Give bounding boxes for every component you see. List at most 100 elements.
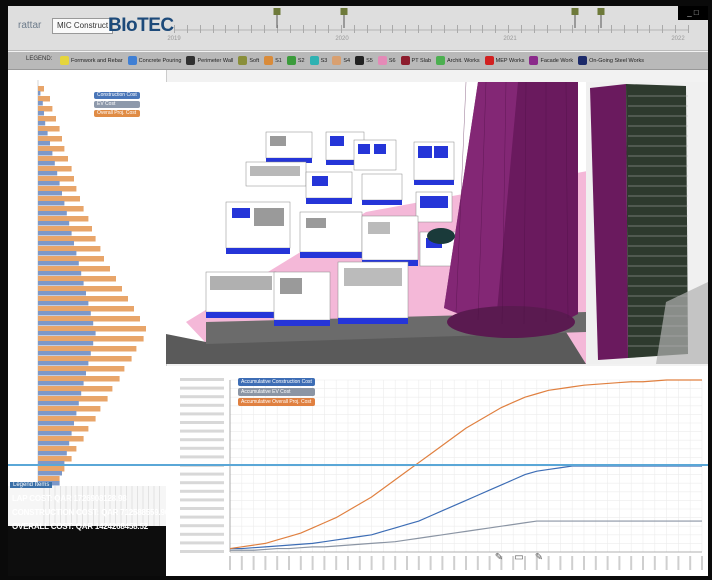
histogram-bar-construction (38, 221, 70, 226)
timeline-milestone-marker[interactable] (339, 8, 348, 28)
x-tick-label (299, 556, 302, 570)
stop-icon[interactable]: ■ (213, 552, 225, 564)
legend-item: Formwork and Rebar (60, 56, 123, 65)
legend-item: Facade Work (529, 56, 573, 65)
x-tick-label (441, 556, 444, 570)
timeline-milestone-marker[interactable] (570, 8, 579, 28)
legend-item-label: S1 (275, 57, 282, 64)
histogram-bar-construction (38, 181, 60, 186)
playback-progress-line (8, 464, 708, 466)
x-tick-label (240, 556, 243, 570)
timeline-tick (405, 25, 407, 33)
window-icon[interactable]: ▭ (512, 550, 526, 564)
legend-item: Perimeter Wall (186, 56, 233, 65)
timeline-tick (675, 25, 677, 33)
y-tick-label (180, 378, 224, 381)
legend-item-label: Perimeter Wall (197, 57, 234, 64)
histogram-bar-overall (38, 376, 120, 382)
legend-item-label: PT Slab (411, 57, 432, 64)
histogram-bar-construction (38, 151, 53, 156)
edit-icon[interactable]: ✎ (532, 550, 546, 564)
timeline-tick (662, 25, 664, 33)
x-tick-label (370, 556, 373, 570)
legend-swatch (127, 56, 137, 65)
villa-block (305, 171, 353, 204)
x-tick-label (571, 556, 574, 570)
x-tick-label (382, 556, 385, 570)
timeline-tick (443, 25, 445, 33)
play-backward-icon[interactable]: ◀ (181, 552, 193, 564)
histogram-bar-construction (38, 231, 72, 236)
chart-tools: ✎ ▭ ✎ (492, 550, 546, 564)
histogram-bar-construction (38, 431, 72, 436)
timeline-tick (520, 25, 522, 33)
y-tick-label (180, 524, 224, 528)
legend-swatch (377, 56, 387, 65)
legend-item: S4 (332, 56, 350, 65)
histogram-bar-construction (38, 271, 82, 276)
3d-scene[interactable] (166, 82, 708, 364)
play-forward-icon[interactable]: ▶ (197, 552, 209, 564)
legend-swatch (332, 56, 342, 65)
histogram-bar-construction (38, 341, 94, 346)
y-tick-label (180, 507, 224, 510)
x-tick-label (630, 556, 633, 570)
rattar-logo: rattar (18, 20, 42, 31)
timeline-tick (533, 25, 535, 33)
x-tick-label (618, 556, 621, 570)
window-controls[interactable]: _ □ (678, 6, 708, 20)
x-tick-label (665, 556, 668, 570)
timeline-milestone-marker[interactable] (272, 8, 281, 28)
legend-item-label: S5 (366, 57, 373, 64)
histogram-bar-construction (38, 321, 94, 326)
y-tick-label (180, 455, 224, 459)
timeline-tick (559, 25, 561, 33)
timeline-slider[interactable]: 2019 2020 2021 2022 (167, 6, 689, 50)
histogram-bar-construction (38, 391, 82, 396)
x-tick-label (559, 556, 562, 570)
3d-model-viewport[interactable] (166, 82, 708, 364)
legend-item: S6 (377, 56, 396, 65)
y-tick-label (180, 472, 224, 476)
histogram-bar-overall (38, 186, 77, 192)
timeline-tick (225, 25, 227, 33)
timeline-tick (212, 25, 214, 33)
milestone-flag-icon (273, 8, 281, 15)
histogram-bar-construction (38, 451, 67, 456)
timeline-tick (649, 25, 651, 33)
histogram-bar-construction (38, 191, 62, 196)
y-tick-label (180, 489, 224, 493)
timeline-tick (469, 25, 471, 33)
cumulative-cost-chart: Accumulative Construction Cost Accumulati… (166, 366, 708, 576)
legend-item-label: Formwork and Rebar (71, 57, 123, 64)
timeline-year-label: 2019 (167, 36, 181, 42)
timeline-tick (585, 25, 587, 33)
x-tick-label (453, 556, 456, 570)
legend-item-label: On-Going Steel Works (589, 57, 644, 64)
milestone-stem (574, 15, 576, 28)
histogram-bar-overall (38, 206, 84, 212)
timeline-tick (610, 25, 612, 33)
histogram-bar-construction (38, 291, 86, 296)
header: rattar MIC Construct BIoTEC 2019 2020 2021… (8, 6, 708, 51)
x-tick-label (417, 556, 420, 570)
histogram-bar-construction (38, 161, 55, 166)
timeline-milestone-marker[interactable] (596, 8, 605, 28)
legend-item: On-Going Steel Works (578, 56, 644, 65)
milestone-flag-icon (571, 8, 579, 15)
legend-swatch (355, 56, 365, 65)
y-tick-label (180, 395, 224, 399)
legend-swatch (286, 56, 296, 65)
timeline-tick (688, 25, 689, 33)
legend-swatch (238, 56, 248, 65)
timeline-tick (392, 25, 394, 33)
pen-icon[interactable]: ✎ (492, 550, 506, 564)
histogram-bar-overall (38, 456, 72, 462)
villa-block (205, 271, 277, 318)
playback-controls: ◀ ▶ ■ (181, 552, 225, 564)
timeline-tick (366, 25, 368, 33)
legend-swatch (186, 56, 196, 65)
legend-item: S3 (309, 56, 327, 65)
x-tick-label (606, 556, 609, 570)
legend-swatch (529, 56, 539, 65)
